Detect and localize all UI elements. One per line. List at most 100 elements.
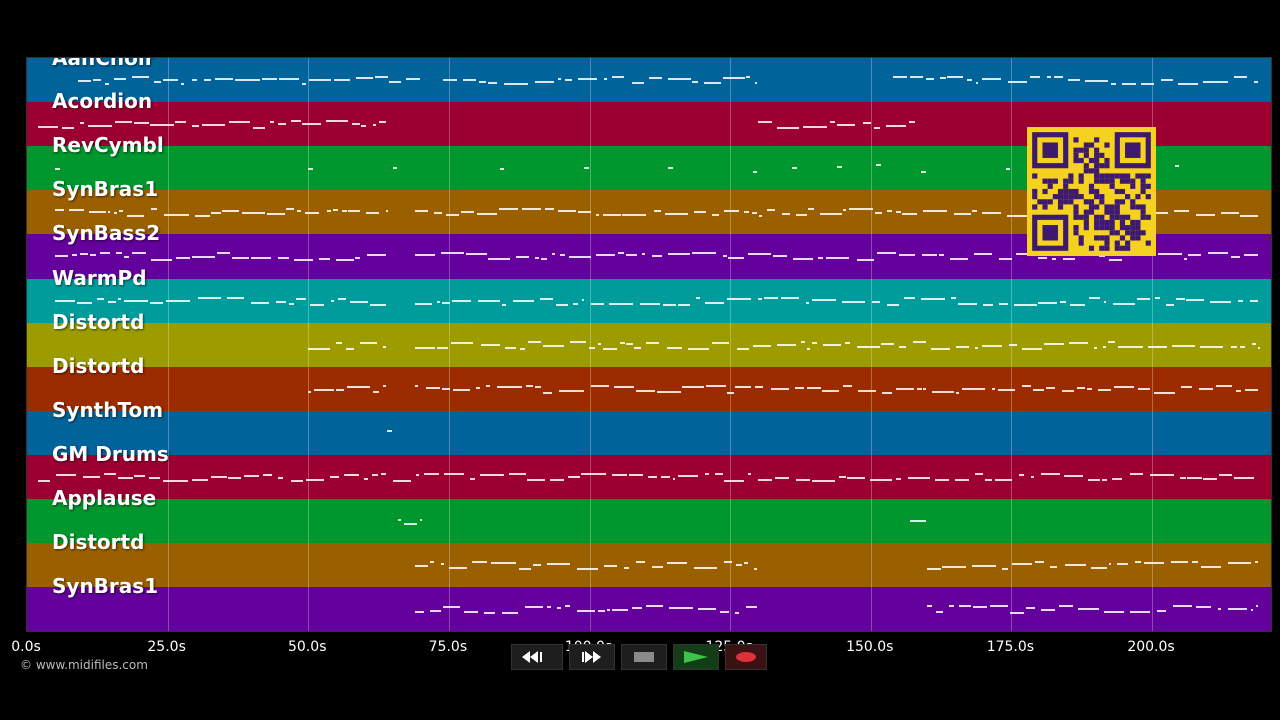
midi-note (1174, 210, 1190, 213)
midi-note (1180, 385, 1192, 388)
midi-note (668, 607, 694, 610)
midi-note (1230, 256, 1240, 259)
midi-note (1002, 568, 1008, 571)
midi-note (559, 254, 565, 257)
midi-note (1240, 345, 1246, 348)
fast-forward-button[interactable] (569, 644, 615, 670)
midi-note (983, 303, 994, 306)
gridline (870, 58, 872, 631)
midi-note (55, 209, 65, 212)
midi-note (488, 258, 510, 261)
midi-note (163, 479, 188, 482)
midi-note (795, 214, 807, 217)
midi-note (100, 252, 111, 255)
midi-note (366, 212, 380, 215)
midi-note (241, 212, 266, 215)
gridline (308, 58, 310, 631)
midi-note (825, 257, 850, 260)
midi-note (89, 211, 107, 214)
midi-note (619, 341, 625, 344)
midi-note (415, 302, 432, 305)
midi-note (950, 296, 956, 299)
midi-note (80, 253, 88, 256)
midi-note (191, 79, 197, 81)
midi-note (736, 347, 750, 350)
midi-note (175, 121, 187, 124)
midi-note (807, 386, 821, 389)
axis-tick-label: 175.0s (986, 639, 1035, 655)
midi-note (664, 213, 688, 216)
qr-code-icon (1032, 132, 1151, 251)
midi-note (1136, 297, 1150, 300)
gridline (448, 58, 450, 631)
midi-note (83, 475, 101, 478)
midi-note (1032, 388, 1044, 391)
midi-note (975, 346, 978, 349)
midi-note (973, 253, 992, 256)
midi-note (839, 475, 846, 478)
record-button[interactable] (725, 644, 767, 670)
midi-note (516, 256, 530, 259)
midi-note (881, 391, 893, 394)
midi-note (934, 478, 950, 481)
midi-note (811, 479, 836, 482)
midi-note (415, 384, 419, 387)
midi-note (153, 81, 162, 83)
midi-note (148, 476, 160, 479)
track-name: RevCymbl (52, 133, 164, 158)
midi-note (251, 257, 272, 260)
midi-note (975, 82, 979, 84)
midi-note (887, 210, 893, 213)
midi-note (1097, 388, 1112, 391)
midi-note (635, 389, 656, 392)
midi-note (475, 386, 481, 389)
midi-note (552, 253, 555, 256)
midi-note (440, 252, 464, 255)
midi-note (645, 605, 664, 608)
stop-button[interactable] (621, 644, 667, 670)
midi-note (398, 519, 402, 521)
play-button[interactable] (673, 644, 719, 670)
qr-code[interactable] (1027, 127, 1156, 256)
midi-note (895, 387, 914, 390)
midi-note (360, 125, 366, 128)
midi-note (1107, 340, 1116, 343)
midi-note (165, 299, 191, 302)
midi-note (657, 390, 682, 393)
midi-note (842, 300, 865, 303)
midi-note (611, 609, 628, 612)
midi-note (463, 611, 478, 614)
midi-note (267, 213, 285, 216)
midi-note (420, 519, 423, 521)
gridline (167, 58, 169, 631)
track-row (27, 499, 1271, 545)
track-name: GM Drums (52, 441, 169, 466)
midi-note (744, 562, 749, 565)
rewind-button[interactable] (511, 644, 563, 670)
midi-note (262, 473, 272, 476)
midi-note (909, 76, 923, 78)
midi-note (380, 472, 386, 475)
midi-note (204, 79, 211, 81)
midi-note (114, 78, 126, 80)
midi-note (367, 254, 386, 257)
midi-note (1030, 475, 1035, 478)
midi-note (364, 477, 369, 480)
midi-note (486, 384, 491, 387)
midi-note (752, 171, 758, 174)
midi-note (1078, 608, 1100, 611)
midi-note (1109, 259, 1123, 262)
midi-note (1156, 610, 1167, 613)
midi-note (822, 389, 840, 392)
midi-note (613, 385, 635, 388)
midi-note (1235, 389, 1242, 392)
midi-note (564, 605, 571, 608)
midi-note (936, 611, 943, 614)
midi-note (902, 213, 918, 216)
midi-note (503, 83, 528, 85)
midi-note (745, 606, 758, 609)
track-row (27, 278, 1271, 325)
midi-note (796, 478, 810, 481)
midi-note (1195, 214, 1215, 217)
midi-note (1050, 566, 1057, 569)
